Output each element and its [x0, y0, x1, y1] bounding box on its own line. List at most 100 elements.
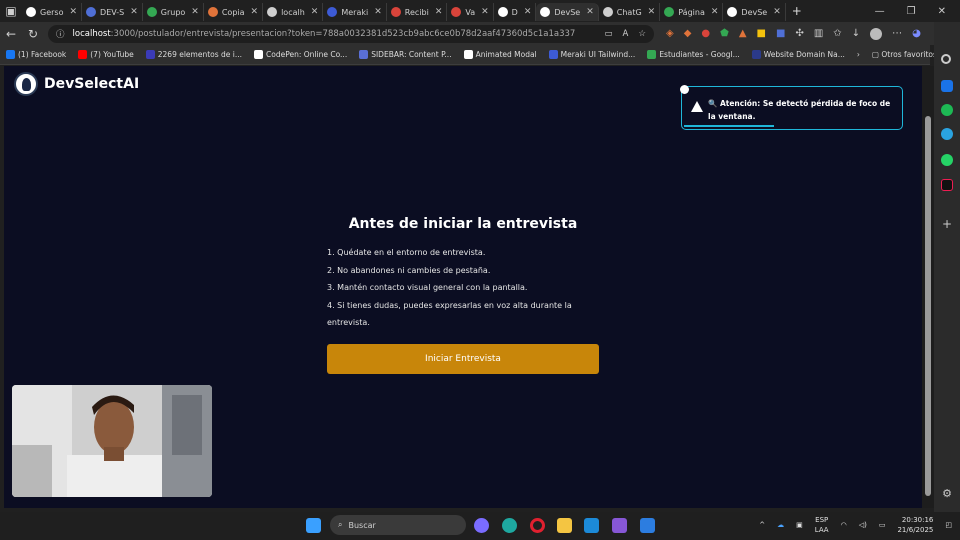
tab-close-icon[interactable]: ✕: [524, 7, 532, 17]
cast-icon[interactable]: ▭: [605, 29, 613, 39]
start-interview-button[interactable]: Iniciar Entrevista: [327, 343, 599, 374]
tab-label: Grupo: [160, 7, 186, 17]
profile-avatar[interactable]: [870, 27, 883, 40]
back-button[interactable]: ←: [0, 27, 22, 41]
visual-studio-icon[interactable]: [612, 518, 627, 533]
scrollbar-thumb[interactable]: [925, 116, 931, 496]
sidebar-search-icon[interactable]: [941, 54, 951, 64]
bookmark-item[interactable]: Meraki UI Tailwind...: [548, 50, 635, 59]
bookmark-item[interactable]: (1) Facebook: [6, 50, 66, 59]
browser-tab[interactable]: Meraki ✕: [323, 3, 387, 21]
vscode-app-icon[interactable]: [584, 518, 599, 533]
download-icon[interactable]: ↓: [852, 28, 860, 40]
extensions-puzzle-icon[interactable]: ✣: [795, 28, 803, 40]
azure-app-icon[interactable]: [640, 518, 655, 533]
new-tab-button[interactable]: +: [786, 4, 808, 18]
extensions-bar: ◈ ◆ ● ⬟ ▲ ■ ■ ✣ ▥ ✩ ↓ ⋯ ◕: [666, 27, 921, 40]
bookmark-item[interactable]: CodePen: Online Co...: [254, 50, 347, 59]
tab-close-icon[interactable]: ✕: [586, 7, 594, 17]
copilot-app-icon[interactable]: [474, 518, 489, 533]
browser-tab[interactable]: localh ✕: [263, 3, 324, 21]
browser-tab[interactable]: Gerso ✕: [22, 3, 83, 21]
browser-tab[interactable]: DevSe ✕: [536, 3, 599, 21]
edge-app-icon[interactable]: [502, 518, 517, 533]
language-indicator[interactable]: ESP LAA: [815, 515, 829, 535]
start-menu-icon[interactable]: [306, 518, 321, 533]
browser-tab[interactable]: Recibi ✕: [387, 3, 448, 21]
close-window-button[interactable]: ✕: [938, 6, 946, 17]
workspaces-icon[interactable]: ▣: [0, 4, 22, 18]
file-explorer-icon[interactable]: [557, 518, 572, 533]
tab-close-icon[interactable]: ✕: [773, 7, 781, 17]
tab-close-icon[interactable]: ✕: [374, 7, 382, 17]
favorite-star-icon[interactable]: ☆: [638, 29, 646, 39]
sidebar-spotify-icon[interactable]: [941, 104, 953, 116]
tray-overflow-icon[interactable]: ^: [759, 521, 765, 529]
browser-tab[interactable]: DEV-S ✕: [82, 3, 143, 21]
tab-close-icon[interactable]: ✕: [481, 7, 489, 17]
opera-app-icon[interactable]: [530, 518, 545, 533]
tab-close-icon[interactable]: ✕: [435, 7, 443, 17]
browser-tab[interactable]: Página ✕: [660, 3, 724, 21]
sidebar-outlook-icon[interactable]: [941, 80, 953, 92]
extension-icon-6[interactable]: ■: [776, 28, 785, 40]
toast-close-icon[interactable]: [680, 85, 689, 94]
wifi-icon[interactable]: ◠: [841, 521, 847, 529]
bookmark-item[interactable]: (7) YouTube: [78, 50, 134, 59]
extension-icon-1[interactable]: ◈: [666, 28, 674, 40]
split-screen-icon[interactable]: ▥: [814, 28, 823, 40]
address-bar[interactable]: ⓘ localhost:3000/postulador/entrevista/p…: [48, 24, 654, 43]
shield-icon[interactable]: ⬟: [720, 28, 729, 40]
tab-close-icon[interactable]: ✕: [711, 7, 719, 17]
extension-icon-4[interactable]: ▲: [739, 28, 747, 40]
tab-close-icon[interactable]: ✕: [130, 7, 138, 17]
volume-icon[interactable]: ◁): [859, 521, 867, 529]
tray-app-icon[interactable]: ▣: [796, 521, 803, 529]
favorites-icon[interactable]: ✩: [833, 28, 841, 40]
browser-tab[interactable]: ChatG ✕: [599, 3, 661, 21]
extension-icon-2[interactable]: ◆: [684, 28, 692, 40]
rule-item: 2. No abandones ni cambies de pestaña.: [327, 265, 491, 275]
onedrive-icon[interactable]: ☁: [777, 521, 784, 529]
info-icon[interactable]: ⓘ: [56, 28, 65, 40]
copilot-icon[interactable]: ◕: [912, 28, 921, 40]
extension-icon-5[interactable]: ■: [757, 28, 766, 40]
other-favorites-folder[interactable]: ▢ Otros favoritos: [872, 50, 937, 59]
bookmark-favicon-icon: [145, 50, 155, 59]
browser-tab[interactable]: Copia ✕: [204, 3, 264, 21]
app-logo[interactable]: DevSelectAI: [14, 72, 139, 96]
taskbar-search[interactable]: ⌕ Buscar: [330, 515, 466, 535]
browser-tab[interactable]: DevSe ✕: [723, 3, 786, 21]
minimize-button[interactable]: —: [875, 6, 885, 17]
clock[interactable]: 20:30:16 21/6/2025: [897, 515, 933, 535]
notifications-icon[interactable]: ◰: [945, 521, 952, 529]
restore-button[interactable]: ❐: [907, 6, 916, 17]
bookmark-item[interactable]: 2269 elementos de i...: [145, 50, 242, 59]
sidebar-tiktok-icon[interactable]: [941, 179, 953, 191]
more-options-icon[interactable]: ⋯: [892, 28, 902, 40]
bookmark-item[interactable]: Animated Modal: [463, 50, 537, 59]
sidebar-settings-icon[interactable]: ⚙: [941, 488, 953, 500]
browser-tab[interactable]: Va ✕: [447, 3, 494, 21]
bookmark-item[interactable]: Estudiantes - Googl...: [647, 50, 740, 59]
bookmark-item[interactable]: SIDEBAR: Content P...: [359, 50, 452, 59]
read-aloud-icon[interactable]: A: [623, 29, 629, 39]
bookmark-favicon-icon: [647, 50, 657, 59]
refresh-button[interactable]: ↻: [22, 27, 44, 41]
extension-icon-3[interactable]: ●: [701, 28, 710, 40]
browser-tab[interactable]: D ✕: [494, 3, 537, 21]
bookmarks-overflow-icon[interactable]: ›: [857, 50, 860, 59]
tab-close-icon[interactable]: ✕: [69, 7, 77, 17]
instructions-card: Antes de iniciar la entrevista 1. Quédat…: [327, 216, 599, 374]
tab-close-icon[interactable]: ✕: [311, 7, 319, 17]
sidebar-add-icon[interactable]: +: [941, 218, 953, 230]
tab-close-icon[interactable]: ✕: [648, 7, 656, 17]
tab-close-icon[interactable]: ✕: [251, 7, 259, 17]
tab-close-icon[interactable]: ✕: [191, 7, 199, 17]
bookmark-item[interactable]: Website Domain Na...: [751, 50, 845, 59]
sidebar-telegram-icon[interactable]: [941, 128, 953, 140]
sidebar-whatsapp-icon[interactable]: [941, 154, 953, 166]
browser-tab[interactable]: Grupo ✕: [143, 3, 204, 21]
page-scrollbar[interactable]: [922, 66, 934, 508]
battery-icon[interactable]: ▭: [879, 521, 886, 529]
